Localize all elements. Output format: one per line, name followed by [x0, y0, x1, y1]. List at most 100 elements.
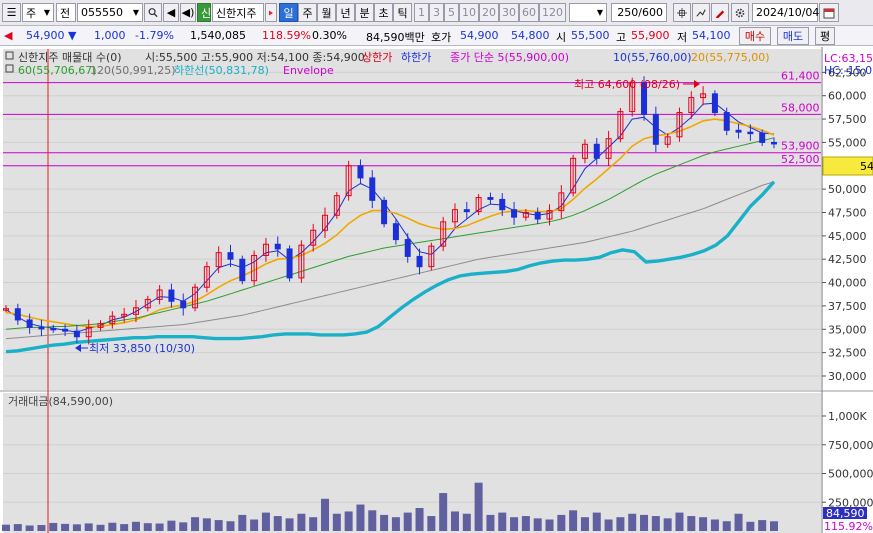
- period-tab[interactable]: 월: [317, 3, 336, 22]
- price-axis-label: 35,000: [828, 323, 867, 336]
- volume-bar: [344, 511, 353, 531]
- interval-select[interactable]: ▼: [569, 3, 607, 22]
- volume-bar: [2, 524, 10, 531]
- volume-bar: [96, 524, 105, 531]
- search-icon[interactable]: [144, 3, 162, 22]
- candle-body: [286, 248, 293, 279]
- minute-step-button[interactable]: 10: [459, 3, 479, 22]
- volume-bar: [261, 512, 270, 531]
- buy-button[interactable]: 매수: [739, 27, 771, 45]
- legend-lower-band: 하한선(50,831,78): [174, 63, 269, 77]
- period-tab[interactable]: 일: [279, 3, 298, 22]
- volume-bar: [368, 510, 377, 531]
- low-label: 저: [677, 31, 688, 44]
- sell-button[interactable]: 매도: [777, 27, 809, 45]
- volume-bar: [72, 524, 81, 531]
- stock-code-value: 055550: [81, 6, 123, 19]
- price-chart[interactable]: 61,40058,00053,90052,500 62,50060,00057,…: [0, 47, 873, 533]
- minute-step-button[interactable]: 120: [539, 3, 566, 22]
- minute-step-button[interactable]: 60: [519, 3, 539, 22]
- view-count-input[interactable]: 250/600: [611, 3, 667, 22]
- volume-bar: [533, 518, 542, 531]
- volume-bar: [391, 517, 400, 531]
- candle-body: [416, 255, 423, 268]
- date-field[interactable]: 2024/10/04: [752, 3, 819, 22]
- volume-axis-label: 750,000: [828, 439, 873, 452]
- candle-body: [26, 319, 33, 328]
- period-tab[interactable]: 틱: [393, 3, 412, 22]
- minute-step-button[interactable]: 3: [429, 3, 444, 22]
- minute-step-button[interactable]: 5: [444, 3, 459, 22]
- drawing-tool-icon[interactable]: [711, 3, 729, 22]
- price-axis-label: 47,500: [828, 206, 867, 219]
- volume-bar: [415, 508, 424, 531]
- candle-body: [381, 199, 388, 225]
- minute-step-button[interactable]: 20: [479, 3, 499, 22]
- speaker-icon[interactable]: ◀): [180, 3, 196, 22]
- prev-stock-button[interactable]: ◀: [163, 3, 179, 22]
- price-axis-label: 57,500: [828, 113, 867, 126]
- period-tab[interactable]: 분: [355, 3, 374, 22]
- chart-toolbar: ☰ 주 ▼ 전 055550 ▼ ◀ ◀) 신 신한지주 일주월년분초틱 1 3 5 10…: [0, 0, 873, 26]
- volume-bar: [25, 525, 34, 531]
- open-price: 55,500: [571, 29, 610, 42]
- candle-body: [38, 326, 45, 330]
- volume-bar: [250, 519, 259, 531]
- tag-icon[interactable]: [265, 3, 277, 22]
- volume-bar: [486, 514, 495, 531]
- stock-name: 신한지주: [212, 3, 264, 22]
- volume-bar: [84, 523, 93, 531]
- candle-body: [759, 132, 766, 143]
- period-tab[interactable]: 년: [336, 3, 355, 22]
- period-type-select[interactable]: 전: [56, 3, 76, 22]
- volume-bar: [155, 523, 164, 531]
- minute-step-button[interactable]: 1: [414, 3, 429, 22]
- volume-bar: [321, 498, 330, 531]
- candle-body: [357, 165, 364, 179]
- change-percent: -1.79%: [135, 29, 174, 42]
- volume-bar: [569, 510, 578, 531]
- volume-bar: [663, 518, 672, 531]
- eval-button[interactable]: 평: [815, 27, 835, 45]
- calendar-icon[interactable]: [819, 3, 839, 22]
- minute-step-button[interactable]: 30: [499, 3, 519, 22]
- chart-tool-icon[interactable]: [692, 3, 710, 22]
- volume-bar: [722, 521, 731, 531]
- trade-volume: 1,540,085: [190, 29, 246, 42]
- candle-body: [404, 239, 411, 257]
- volume-bar: [734, 513, 743, 531]
- volume-bar: [179, 522, 188, 531]
- stock-code-input[interactable]: 055550 ▼: [77, 3, 143, 22]
- price-axis-label: 37,500: [828, 300, 867, 313]
- volume-axis-label: 500,000: [828, 468, 873, 481]
- market-type-select[interactable]: 주 ▼: [22, 3, 54, 22]
- legend-ma60: 60(55,706,67): [18, 64, 97, 77]
- period-tab[interactable]: 주: [298, 3, 317, 22]
- volume-bar: [143, 523, 152, 531]
- volume-bar: [427, 516, 436, 531]
- price-change: 1,000: [94, 29, 126, 42]
- low-annotation-text: 최저 33,850 (10/30): [89, 342, 195, 355]
- candle-body: [274, 243, 281, 250]
- candle-body: [511, 209, 518, 218]
- volume-bar: [687, 516, 696, 531]
- volume-bar: [108, 522, 117, 531]
- volume-bar: [167, 520, 176, 531]
- menu-icon[interactable]: ☰: [2, 3, 21, 22]
- volume-bar: [651, 516, 660, 531]
- period-tab[interactable]: 초: [374, 3, 393, 22]
- chevron-down-icon: ▼: [596, 8, 603, 17]
- volume-bar: [226, 521, 235, 531]
- gear-icon[interactable]: [731, 3, 749, 22]
- volume-bar: [356, 504, 365, 531]
- volume-bar: [191, 517, 200, 531]
- volume-ratio: 118.59%: [262, 29, 311, 42]
- volume-bar: [710, 519, 719, 531]
- turnover-rate: 0.30%: [312, 29, 347, 42]
- down-arrow-icon: ▼: [68, 29, 77, 42]
- chart-settings-icon[interactable]: [673, 3, 691, 22]
- candle-body: [369, 177, 376, 201]
- candle-body: [487, 197, 494, 200]
- candle-body: [723, 112, 730, 131]
- candle-body: [534, 211, 541, 220]
